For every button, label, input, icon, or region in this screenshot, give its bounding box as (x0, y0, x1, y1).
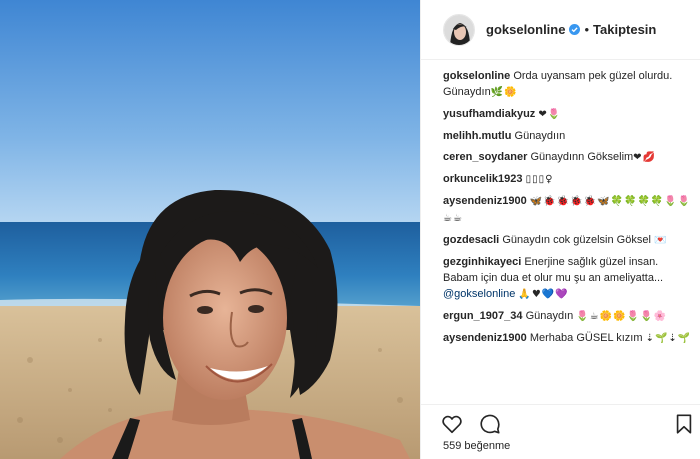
bookmark-icon[interactable] (673, 413, 695, 435)
comment-emoji: 🙏♥💙💜 (518, 289, 569, 300)
comment-item: aysendeniz1900 🦋🐞🐞🐞🐞🦋🍀🍀🍀🍀🌷🌷☕☕ (443, 193, 693, 227)
comment-emoji: ❤🌷 (538, 109, 562, 120)
comment-emoji: ▯▯▯♀ (525, 174, 554, 185)
comment-username[interactable]: gezginhikayeci (443, 256, 521, 268)
comment-emoji: 🌷☕🌼🌼🌷🌷🌸 (576, 311, 667, 322)
comment-username[interactable]: gozdesacli (443, 234, 499, 246)
speech-bubble-icon[interactable] (479, 413, 501, 435)
comment-text: Günaydıın (514, 130, 566, 142)
verified-badge-icon (569, 24, 581, 35)
beach-selfie-image (0, 0, 420, 459)
comment-item: gokselonline Orda uyansam pek güzel olur… (443, 68, 693, 101)
comment-emoji: 💌 (653, 235, 668, 246)
post-header: gokselonline • Takiptesin (421, 0, 700, 60)
comment-text: Günaydınn Gökselim (530, 151, 634, 163)
comment-username[interactable]: melihh.mutlu (443, 130, 511, 142)
comment-username[interactable]: ergun_1907_34 (443, 310, 523, 322)
post-actions-bar (421, 404, 700, 436)
comment-text: Günaydın cok güzelsin Göksel (502, 234, 651, 246)
comment-username[interactable]: aysendeniz1900 (443, 195, 527, 207)
comment-item: ergun_1907_34 Günaydın 🌷☕🌼🌼🌷🌷🌸 (443, 308, 693, 325)
comment-username[interactable]: orkuncelik1923 (443, 173, 523, 185)
comment-item: gezginhikayeci Enerjine sağlık güzel ins… (443, 254, 693, 303)
comment-item: yusufhamdiakyuz ❤🌷 (443, 106, 693, 123)
heart-icon[interactable] (441, 413, 463, 435)
likes-label: beğenme (464, 440, 511, 452)
comment-item: ceren_soydaner Günaydınn Gökselim❤💋 (443, 149, 693, 166)
comment-mention-link[interactable]: @gokselonline (443, 288, 515, 300)
follow-status-button[interactable]: Takiptesin (593, 22, 656, 37)
header-separator: • (584, 22, 590, 37)
comment-text: Merhaba GÜSEL kızım (529, 332, 643, 344)
comment-username[interactable]: aysendeniz1900 (443, 332, 527, 344)
comment-emoji: ⇣🌱⇣🌱 (645, 333, 692, 344)
post-author-username[interactable]: gokselonline (486, 22, 565, 37)
comment-username[interactable]: ceren_soydaner (443, 151, 527, 163)
likes-count[interactable]: 559 beğenme (443, 440, 510, 452)
comment-text: Günaydın (525, 310, 574, 322)
comment-item: melihh.mutlu Günaydıın (443, 128, 693, 144)
avatar-image (444, 14, 474, 45)
avatar[interactable] (443, 13, 475, 46)
comments-list: gokselonline Orda uyansam pek güzel olur… (443, 68, 693, 380)
comment-username[interactable]: gokselonline (443, 70, 510, 82)
post-side-panel: gokselonline • Takiptesin gokselonline O… (420, 0, 700, 459)
comment-item: orkuncelik1923 ▯▯▯♀ (443, 171, 693, 188)
comment-item: aysendeniz1900 Merhaba GÜSEL kızım ⇣🌱⇣🌱 (443, 330, 693, 347)
post-photo[interactable] (0, 0, 420, 459)
comment-username[interactable]: yusufhamdiakyuz (443, 108, 535, 120)
comment-item: gozdesacli Günaydın cok güzelsin Göksel … (443, 232, 693, 249)
comment-emoji: 🌿🌼 (490, 87, 518, 98)
comment-emoji: ❤💋 (633, 152, 657, 163)
likes-number: 559 (443, 440, 462, 452)
